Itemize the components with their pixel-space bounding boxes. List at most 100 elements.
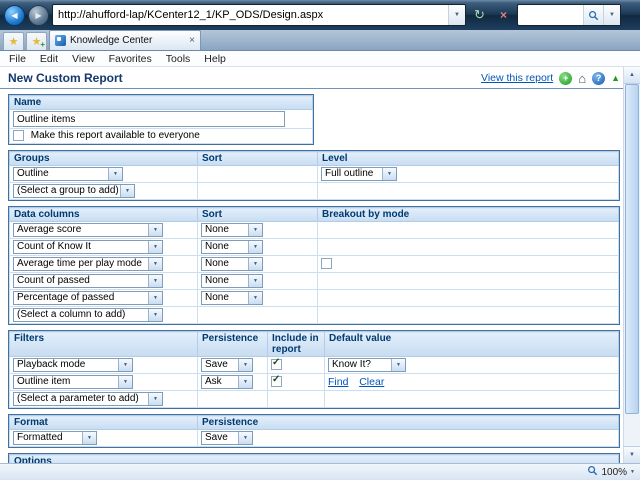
browser-titlebar: ◀ ▶ http://ahufford-lap/KCenter12_1/KP_O… bbox=[0, 0, 640, 30]
groups-sort-header: Sort bbox=[197, 151, 318, 166]
forward-button[interactable]: ▶ bbox=[28, 4, 49, 26]
menu-file[interactable]: File bbox=[2, 53, 33, 65]
find-link[interactable]: Find bbox=[328, 376, 348, 388]
chevron-down-icon: ▼ bbox=[118, 359, 132, 371]
column-select-5[interactable]: Percentage of passed ▼ bbox=[13, 291, 163, 305]
group-row: Outline ▼ Full outline ▼ bbox=[9, 165, 619, 183]
format-select[interactable]: Formatted ▼ bbox=[13, 431, 97, 445]
tab-knowledge-center[interactable]: Knowledge Center × bbox=[49, 30, 201, 50]
breakout-checkbox[interactable]: ✓ bbox=[321, 258, 332, 270]
chevron-down-icon: ▼ bbox=[248, 292, 262, 304]
sort-select-3[interactable]: None ▼ bbox=[201, 257, 263, 271]
tab-close-icon[interactable]: × bbox=[189, 35, 195, 46]
column-select-4[interactable]: Count of passed ▼ bbox=[13, 274, 163, 288]
include-checkbox-2[interactable]: ✓ bbox=[271, 374, 282, 388]
chevron-down-icon: ▼ bbox=[148, 292, 162, 304]
menu-edit[interactable]: Edit bbox=[33, 53, 65, 65]
data-column-row: Count of passed ▼ None ▼ bbox=[9, 272, 619, 290]
chevron-down-icon: ▼ bbox=[148, 309, 162, 321]
chevron-down-icon: ▼ bbox=[248, 258, 262, 270]
add-favorite-button[interactable]: ★ + bbox=[26, 32, 47, 50]
add-column-select[interactable]: (Select a column to add) ▼ bbox=[13, 308, 163, 322]
clear-link[interactable]: Clear bbox=[359, 376, 384, 388]
data-column-row: Percentage of passed ▼ None ▼ bbox=[9, 289, 619, 307]
chevron-down-icon: ▼ bbox=[391, 359, 405, 371]
favorites-center-button[interactable]: ★ bbox=[3, 32, 24, 50]
favorites-star-icon: ★ bbox=[8, 36, 19, 48]
sort-select-2[interactable]: None ▼ bbox=[201, 240, 263, 254]
menu-tools[interactable]: Tools bbox=[159, 53, 198, 65]
vertical-scrollbar[interactable]: ▲ ▼ bbox=[623, 67, 640, 463]
chevron-down-icon: ▼ bbox=[82, 432, 96, 444]
page-content: New Custom Report View this report + ⌂ ?… bbox=[0, 67, 640, 463]
sort-select-4[interactable]: None ▼ bbox=[201, 274, 263, 288]
persistence-header: Persistence bbox=[197, 331, 268, 357]
filter-select-2[interactable]: Outline item ▼ bbox=[13, 375, 133, 389]
address-bar[interactable]: http://ahufford-lap/KCenter12_1/KP_ODS/D… bbox=[52, 4, 466, 26]
add-group-select[interactable]: (Select a group to add) ▼ bbox=[13, 184, 135, 198]
scroll-top-icon[interactable]: ▲ bbox=[611, 73, 620, 83]
scroll-down-icon[interactable]: ▼ bbox=[624, 446, 640, 463]
breakout-header: Breakout by mode bbox=[317, 207, 619, 222]
add-group-row: (Select a group to add) ▼ bbox=[9, 182, 619, 200]
column-select-3[interactable]: Average time per play mode ▼ bbox=[13, 257, 163, 271]
data-columns-section: Data columns Sort Breakout by mode Avera… bbox=[8, 206, 620, 325]
add-report-icon[interactable]: + bbox=[559, 71, 573, 85]
columns-sort-header: Sort bbox=[197, 207, 318, 222]
scrollbar-thumb[interactable] bbox=[625, 84, 639, 414]
persistence-select-1[interactable]: Save ▼ bbox=[201, 358, 253, 372]
add-column-row: (Select a column to add) ▼ bbox=[9, 306, 619, 324]
chevron-down-icon: ▼ bbox=[248, 224, 262, 236]
scroll-up-icon[interactable]: ▲ bbox=[624, 67, 640, 84]
format-row: Formatted ▼ Save ▼ bbox=[9, 429, 619, 447]
column-select-1[interactable]: Average score ▼ bbox=[13, 223, 163, 237]
browser-window: ◀ ▶ http://ahufford-lap/KCenter12_1/KP_O… bbox=[0, 0, 640, 480]
chevron-down-icon: ▼ bbox=[148, 241, 162, 253]
back-button[interactable]: ◀ bbox=[4, 4, 25, 26]
search-box[interactable]: ▼ bbox=[517, 4, 621, 26]
chevron-down-icon: ▼ bbox=[238, 376, 252, 388]
level-select[interactable]: Full outline ▼ bbox=[321, 167, 397, 181]
zoom-control[interactable]: 100% ▼ bbox=[587, 463, 635, 480]
filter-row: Outline item ▼ Ask ▼ ✓ Find Clear bbox=[9, 373, 619, 391]
format-persistence-header: Persistence bbox=[197, 415, 619, 430]
view-report-link[interactable]: View this report bbox=[481, 72, 553, 84]
refresh-button[interactable]: ↻ bbox=[469, 5, 490, 26]
chevron-down-icon: ▼ bbox=[148, 258, 162, 270]
refresh-icon: ↻ bbox=[474, 7, 485, 22]
column-select-2[interactable]: Count of Know It ▼ bbox=[13, 240, 163, 254]
search-icon[interactable] bbox=[583, 5, 603, 25]
sort-select-1[interactable]: None ▼ bbox=[201, 223, 263, 237]
menu-help[interactable]: Help bbox=[197, 53, 233, 65]
default-value-select[interactable]: Know It? ▼ bbox=[328, 358, 406, 372]
stop-button[interactable]: × bbox=[493, 5, 514, 26]
home-icon[interactable]: ⌂ bbox=[578, 72, 586, 85]
groups-section: Groups Sort Level Outline ▼ Full outline ▼… bbox=[8, 150, 620, 201]
address-dropdown-icon[interactable]: ▼ bbox=[448, 5, 465, 25]
chevron-down-icon: ▼ bbox=[148, 275, 162, 287]
help-icon[interactable]: ? bbox=[592, 71, 606, 85]
chevron-down-icon: ▼ bbox=[108, 168, 122, 180]
menu-bar: File Edit View Favorites Tools Help bbox=[0, 51, 640, 67]
persistence-select-2[interactable]: Ask ▼ bbox=[201, 375, 253, 389]
include-checkbox-1[interactable]: ✓ bbox=[271, 357, 282, 371]
share-checkbox-label: Make this report available to everyone bbox=[30, 130, 200, 142]
add-parameter-select[interactable]: (Select a parameter to add) ▼ bbox=[13, 392, 163, 406]
chevron-down-icon: ▼ bbox=[238, 359, 252, 371]
add-parameter-row: (Select a parameter to add) ▼ bbox=[9, 390, 619, 408]
group-select[interactable]: Outline ▼ bbox=[13, 167, 123, 181]
search-dropdown-icon[interactable]: ▼ bbox=[603, 5, 620, 25]
back-icon: ◀ bbox=[11, 10, 18, 20]
filter-row: Playback mode ▼ Save ▼ ✓ Know It? ▼ bbox=[9, 356, 619, 374]
sort-select-5[interactable]: None ▼ bbox=[201, 291, 263, 305]
share-checkbox[interactable]: ✓ bbox=[13, 130, 24, 142]
menu-view[interactable]: View bbox=[65, 53, 102, 65]
report-name-input[interactable] bbox=[13, 111, 285, 127]
name-section: Name ✓ Make this report available to eve… bbox=[8, 94, 314, 145]
zoom-dropdown-icon[interactable]: ▼ bbox=[630, 469, 635, 475]
include-in-report-header: Include in report bbox=[267, 331, 325, 357]
filter-select-1[interactable]: Playback mode ▼ bbox=[13, 358, 133, 372]
menu-favorites[interactable]: Favorites bbox=[102, 53, 159, 65]
data-column-row: Count of Know It ▼ None ▼ bbox=[9, 238, 619, 256]
format-persistence-select[interactable]: Save ▼ bbox=[201, 431, 253, 445]
